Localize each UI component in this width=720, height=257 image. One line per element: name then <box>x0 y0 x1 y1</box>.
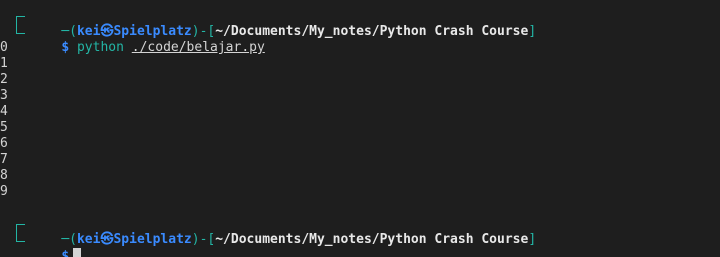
output-line: 4 <box>0 104 8 119</box>
prompt-frame-bottom <box>16 232 25 242</box>
prompt-line: ─(kei㉿Spielplatz)-[~/Documents/My_notes/… <box>0 8 720 39</box>
output-line: 7 <box>0 152 8 167</box>
prompt-line: ─(kei㉿Spielplatz)-[~/Documents/My_notes/… <box>0 216 720 247</box>
output-line: 8 <box>0 168 8 183</box>
output-line: 6 <box>0 136 8 151</box>
terminal-window[interactable]: ─(kei㉿Spielplatz)-[~/Documents/My_notes/… <box>0 0 720 257</box>
output-line: 3 <box>0 88 8 103</box>
prompt-dollar: $ <box>61 249 70 257</box>
active-input-line[interactable]: $ <box>0 232 720 257</box>
prompt-frame-bottom <box>16 24 25 34</box>
output-line: 5 <box>0 120 8 135</box>
command-line: $ python ./code/belajar.py <box>0 24 720 55</box>
output-line: 2 <box>0 72 8 87</box>
command-output: 0 1 2 3 4 5 6 7 8 9 <box>0 40 720 200</box>
output-line: 0 <box>0 40 8 55</box>
output-line: 1 <box>0 56 8 71</box>
text-cursor <box>73 248 82 257</box>
output-line: 9 <box>0 184 8 199</box>
